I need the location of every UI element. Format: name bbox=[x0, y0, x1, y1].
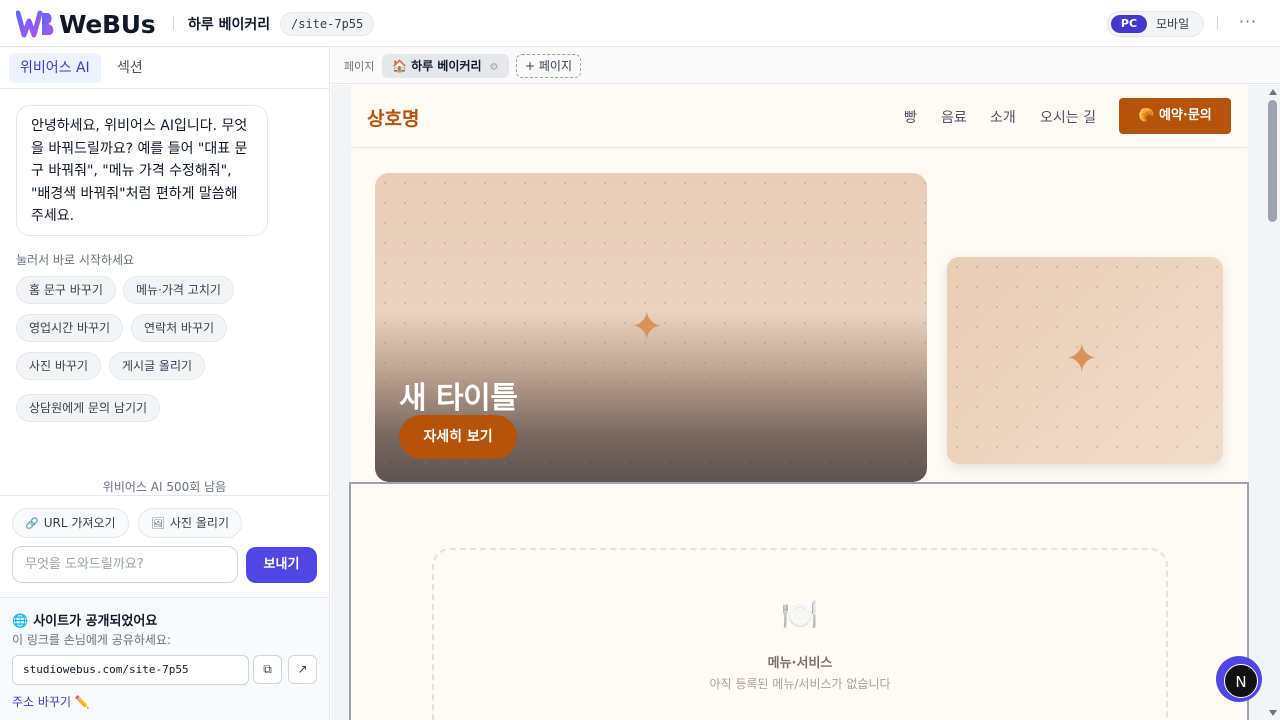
site-brand[interactable]: 상호명 bbox=[367, 104, 419, 131]
site-preview: 상호명 빵 음료 소개 오시는 길 🥐 예약·문의 ✦ 새 타이틀 자세히 보기… bbox=[349, 85, 1249, 720]
preview-canvas: 상호명 빵 음료 소개 오시는 길 🥐 예약·문의 ✦ 새 타이틀 자세히 보기… bbox=[331, 85, 1280, 720]
site-url-field[interactable]: studiowebus.com/site-7p55 bbox=[12, 655, 249, 685]
header-divider-right bbox=[1217, 16, 1218, 30]
pages-label: 페이지 bbox=[344, 60, 375, 73]
globe-icon: 🌐 bbox=[12, 614, 29, 629]
quick-actions-label: 눌러서 바로 시작하세요 bbox=[16, 253, 135, 267]
hero-title[interactable]: 새 타이틀 bbox=[399, 373, 518, 417]
quick-action-post[interactable]: 게시글 올리기 bbox=[109, 352, 206, 380]
hero-more-button[interactable]: 자세히 보기 bbox=[399, 415, 517, 459]
photo-upload-button[interactable]: 🖼 사진 올리기 bbox=[138, 508, 242, 538]
scroll-up-icon[interactable] bbox=[1269, 89, 1277, 95]
url-import-label: URL 가져오기 bbox=[43, 516, 116, 530]
nav-item-directions[interactable]: 오시는 길 bbox=[1040, 107, 1096, 127]
url-import-button[interactable]: 🔗 URL 가져오기 bbox=[12, 508, 129, 538]
canvas-scrollbar[interactable] bbox=[1266, 85, 1280, 720]
sidebar-divider bbox=[0, 495, 329, 496]
app-logo[interactable]: WeBUs bbox=[16, 9, 156, 39]
sidebar-tabs: 위비어스 AI 섹션 bbox=[0, 47, 329, 89]
fab-label: N bbox=[1224, 664, 1258, 698]
site-header[interactable]: 상호명 빵 음료 소개 오시는 길 🥐 예약·문의 bbox=[351, 85, 1248, 148]
site-name: 하루 베이커리 bbox=[188, 17, 271, 33]
publish-title: 🌐 사이트가 공개되었어요 bbox=[12, 610, 157, 629]
publish-subtitle: 이 링크를 손님에게 공유하세요: bbox=[12, 633, 172, 647]
publish-panel: 🌐 사이트가 공개되었어요 이 링크를 손님에게 공유하세요: studioweb… bbox=[0, 598, 329, 720]
tab-ai[interactable]: 위비어스 AI bbox=[9, 53, 101, 83]
copy-icon[interactable]: ⧉ bbox=[253, 655, 282, 684]
floating-assistant-button[interactable]: N bbox=[1216, 656, 1262, 702]
publish-title-text: 사이트가 공개되었어요 bbox=[33, 614, 158, 629]
more-menu-icon[interactable]: ··· bbox=[1236, 10, 1260, 34]
change-address-label: 주소 바꾸기 bbox=[12, 695, 72, 709]
quick-action-support[interactable]: 상담원에게 문의 남기기 bbox=[16, 394, 161, 422]
quick-action-photo[interactable]: 사진 바꾸기 bbox=[16, 352, 102, 380]
add-page-button[interactable]: + 페이지 bbox=[516, 54, 581, 78]
top-bar: WeBUs 하루 베이커리 /site-7p55 PC 모바일 ··· bbox=[0, 0, 1280, 47]
assistant-message: 안녕하세요, 위비어스 AI입니다. 무엇을 바꿔드릴까요? 예를 들어 "대표… bbox=[16, 105, 268, 236]
logo-mark-icon bbox=[16, 10, 54, 38]
ai-quota-text: 위비어스 AI 500회 남음 bbox=[102, 480, 227, 494]
logo-text: WeBUs bbox=[59, 9, 156, 39]
scroll-thumb[interactable] bbox=[1268, 100, 1277, 222]
tab-sections[interactable]: 섹션 bbox=[117, 53, 143, 83]
device-mobile-button[interactable]: 모바일 bbox=[1156, 15, 1189, 33]
empty-state: 🍽️ 메뉴·서비스 아직 등록된 메뉴/서비스가 없습니다 bbox=[432, 548, 1168, 720]
reservation-button[interactable]: 🥐 예약·문의 bbox=[1119, 98, 1231, 134]
dining-icon: 🍽️ bbox=[781, 598, 819, 633]
send-button[interactable]: 보내기 bbox=[246, 547, 317, 583]
page-tab-label: 🏠 하루 베이커리 bbox=[392, 59, 482, 73]
header-divider bbox=[173, 16, 174, 30]
pages-bar: 페이지 🏠 하루 베이커리 ⚙ + 페이지 bbox=[331, 47, 1280, 84]
external-link-icon[interactable]: ↗ bbox=[288, 655, 317, 684]
device-toggle: PC 모바일 bbox=[1107, 11, 1204, 37]
nav-item-bread[interactable]: 빵 bbox=[904, 107, 917, 127]
menu-section[interactable]: 🍽️ 메뉴·서비스 아직 등록된 메뉴/서비스가 없습니다 bbox=[349, 482, 1249, 720]
hero-image[interactable]: ✦ 새 타이틀 자세히 보기 bbox=[375, 173, 927, 482]
gear-icon[interactable]: ⚙ bbox=[490, 62, 499, 73]
nav-item-drinks[interactable]: 음료 bbox=[941, 107, 967, 127]
page-tab-home[interactable]: 🏠 하루 베이커리 ⚙ bbox=[382, 54, 509, 78]
empty-state-subtitle: 아직 등록된 메뉴/서비스가 없습니다 bbox=[709, 677, 891, 691]
site-path-badge[interactable]: /site-7p55 bbox=[280, 12, 375, 36]
pencil-icon: ✏️ bbox=[74, 695, 90, 709]
link-icon: 🔗 bbox=[25, 517, 39, 530]
nav-item-about[interactable]: 소개 bbox=[990, 107, 1016, 127]
change-address-link[interactable]: 주소 바꾸기 ✏️ bbox=[12, 693, 90, 710]
photo-upload-label: 사진 올리기 bbox=[169, 516, 229, 530]
quick-action-menu-price[interactable]: 메뉴·가격 고치기 bbox=[123, 276, 234, 304]
sparkle-icon: ✦ bbox=[630, 304, 664, 350]
empty-state-title: 메뉴·서비스 bbox=[767, 656, 833, 671]
sparkle-icon: ✦ bbox=[1065, 336, 1099, 382]
quick-action-hours[interactable]: 영업시간 바꾸기 bbox=[16, 314, 124, 342]
quick-action-home-text[interactable]: 홈 문구 바꾸기 bbox=[16, 276, 116, 304]
quick-action-contact[interactable]: 연락처 바꾸기 bbox=[131, 314, 228, 342]
scroll-down-icon[interactable] bbox=[1269, 710, 1277, 716]
chat-input[interactable] bbox=[12, 546, 238, 583]
image-icon: 🖼 bbox=[151, 517, 165, 530]
device-pc-button[interactable]: PC bbox=[1111, 15, 1147, 33]
hero-side-image[interactable]: ✦ bbox=[947, 257, 1223, 464]
ai-sidebar: 위비어스 AI 섹션 안녕하세요, 위비어스 AI입니다. 무엇을 바꿔드릴까요… bbox=[0, 47, 330, 720]
